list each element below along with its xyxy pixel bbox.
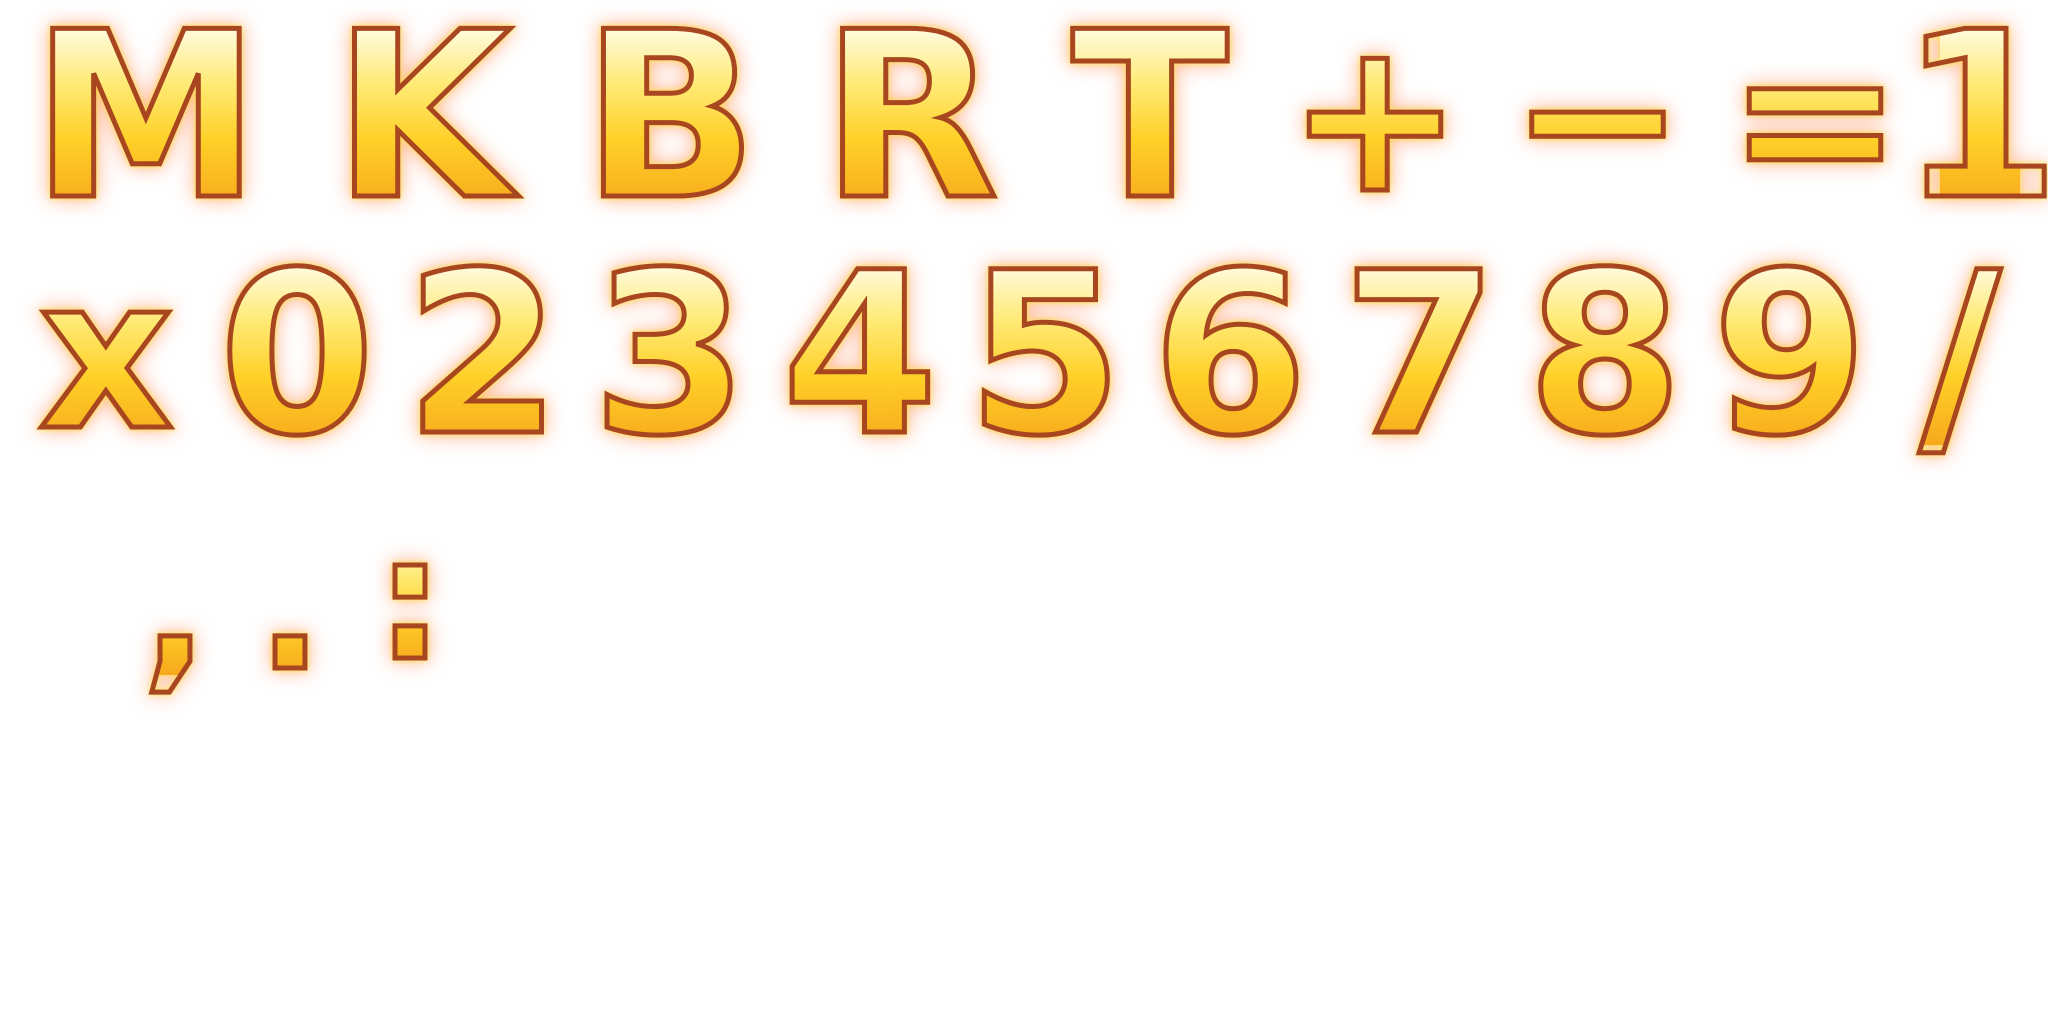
glyph-two: 2 — [403, 224, 564, 485]
glyph-five: 5 — [965, 224, 1126, 485]
glyph-eight: 8 — [1525, 224, 1686, 485]
glyph-four: 4 — [780, 224, 941, 485]
glyph-r: R — [815, 0, 1005, 235]
glyph-colon: : — [370, 513, 450, 688]
glyph-comma: , — [140, 523, 210, 698]
glyph-nine: 9 — [1710, 224, 1871, 485]
glyph-zero: 0 — [217, 224, 378, 485]
glyph-m: M — [26, 0, 266, 235]
glyph-six: 6 — [1150, 224, 1311, 485]
glyph-x: x — [26, 247, 186, 462]
glyph-period: . — [255, 523, 325, 698]
glyph-plus: + — [1285, 0, 1466, 240]
font-sprite-sheet: M K B R T + − = 1 x 0 2 3 4 5 6 7 8 9 / … — [0, 0, 2048, 1024]
glyph-equals: = — [1725, 0, 1906, 240]
glyph-seven: 7 — [1340, 224, 1501, 485]
glyph-one: 1 — [1897, 0, 2048, 251]
glyph-b: B — [575, 0, 765, 235]
glyph-t: T — [1060, 0, 1240, 235]
glyph-minus: − — [1507, 0, 1688, 240]
glyph-three: 3 — [590, 224, 751, 485]
glyph-slash: / — [1910, 240, 2010, 469]
glyph-k: K — [320, 0, 525, 235]
